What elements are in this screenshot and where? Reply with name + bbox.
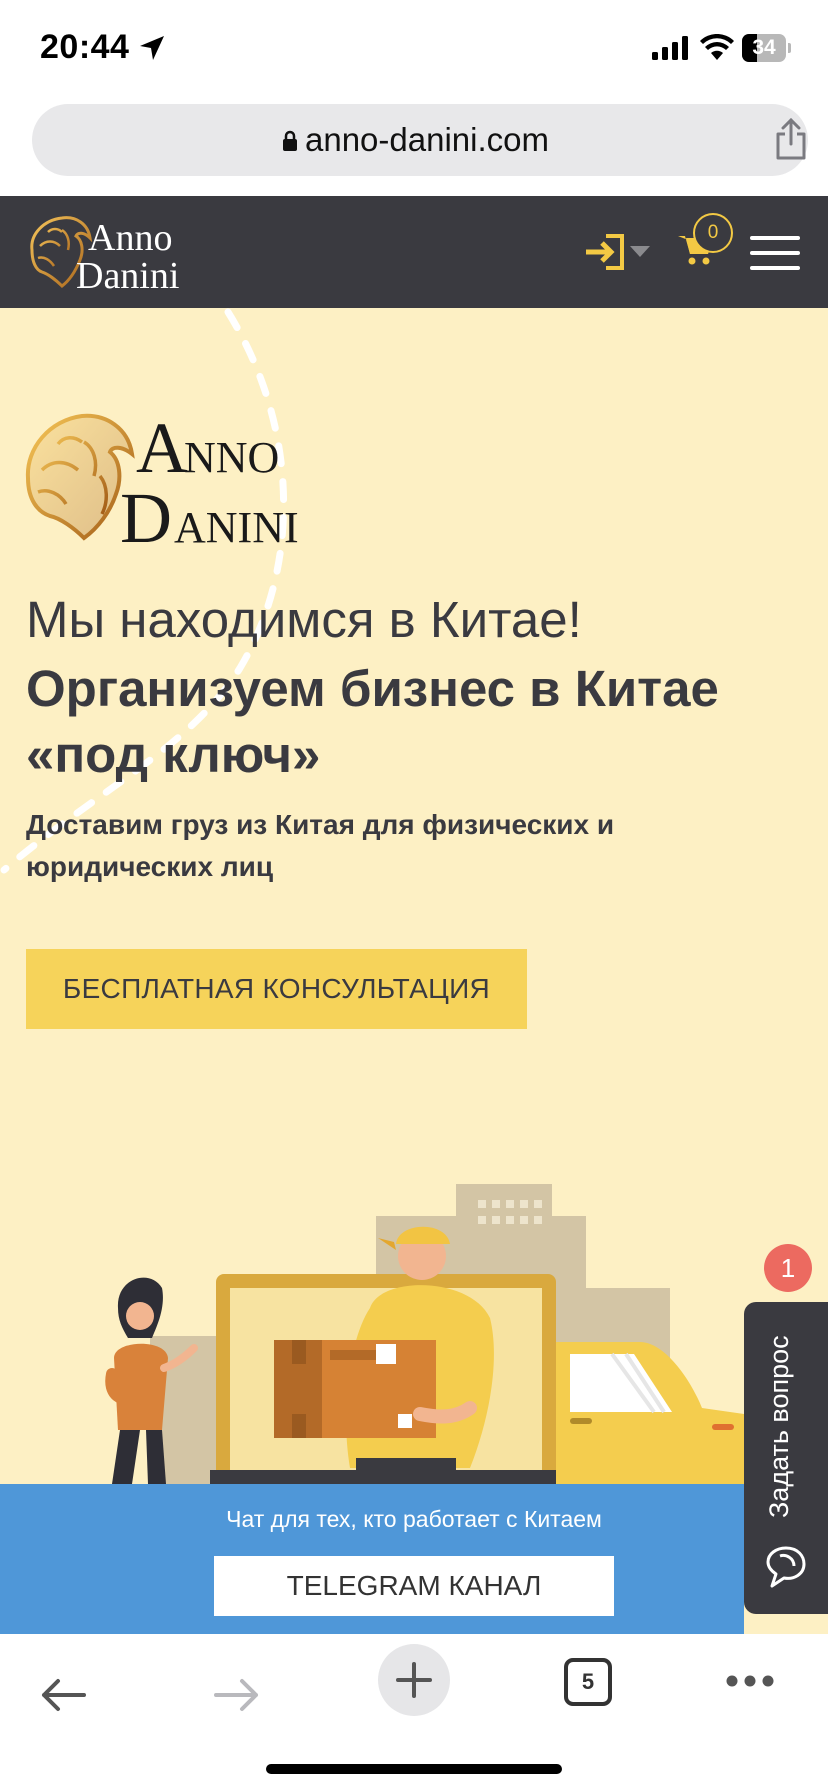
header-logo-anno: Anno <box>88 217 172 259</box>
home-indicator <box>266 1764 562 1774</box>
wifi-icon <box>700 34 734 60</box>
svg-text:A: A <box>136 408 188 488</box>
notification-badge: 1 <box>764 1244 812 1292</box>
login-icon[interactable] <box>584 232 626 272</box>
new-tab-button[interactable] <box>378 1644 450 1716</box>
hero-subtitle: Мы находимся в Китае! <box>26 591 582 648</box>
back-arrow-icon[interactable] <box>40 1678 86 1712</box>
browser-top-bar: anno-danini.com <box>0 96 828 196</box>
telegram-bar: Чат для тех, кто работает с Китаем TELEG… <box>0 1484 744 1634</box>
forward-arrow-icon[interactable] <box>214 1678 260 1712</box>
status-bar: 20:44 34 <box>0 0 828 96</box>
hero-title-line1: Организуем бизнес в Китае <box>26 660 719 717</box>
header-logo[interactable]: Anno Danini <box>26 210 196 294</box>
hero-title: Организуем бизнес в Китае «под ключ» <box>26 656 816 788</box>
login-dropdown-caret[interactable] <box>630 246 650 257</box>
plus-icon <box>396 1662 432 1698</box>
site-header: Anno Danini <box>0 196 828 308</box>
telegram-chat-text: Чат для тех, кто работает с Китаем <box>226 1506 602 1532</box>
menu-icon[interactable] <box>750 236 800 270</box>
chat-bubble-icon <box>766 1546 806 1588</box>
telegram-channel-button[interactable]: TELEGRAM КАНАЛ <box>214 1556 614 1616</box>
cart-count-badge: 0 <box>693 213 733 253</box>
share-icon[interactable] <box>774 118 808 160</box>
url-text: anno-danini.com <box>305 121 549 158</box>
hero-logo: A NNO D ANINI <box>25 408 299 552</box>
hero-section: A NNO D ANINI Мы находимся в Китае! Орга… <box>0 308 828 1484</box>
delivery-illustration <box>105 1184 744 1484</box>
location-arrow-icon <box>140 36 164 60</box>
url-bar[interactable]: anno-danini.com <box>32 104 808 176</box>
ask-question-label: Задать вопрос <box>764 1335 794 1518</box>
browser-bottom-bar: 5 <box>0 1634 828 1792</box>
battery-percent: 34 <box>752 36 776 59</box>
svg-text:D: D <box>120 478 172 552</box>
hero-title-line2: «под ключ» <box>26 726 321 783</box>
svg-text:NNO: NNO <box>184 433 279 482</box>
hero-description: Доставим груз из Китая для физических и … <box>26 809 615 882</box>
more-icon[interactable] <box>726 1674 774 1688</box>
free-consultation-button[interactable]: БЕСПЛАТНАЯ КОНСУЛЬТАЦИЯ <box>26 949 527 1029</box>
header-logo-danini: Danini <box>76 255 179 294</box>
signal-icon <box>652 36 688 60</box>
battery-icon: 34 <box>742 34 791 62</box>
svg-text:ANINI: ANINI <box>174 503 299 552</box>
ask-question-widget[interactable]: Задать вопрос <box>744 1302 828 1614</box>
tabs-count-button[interactable]: 5 <box>564 1658 612 1706</box>
status-time: 20:44 <box>40 28 130 66</box>
